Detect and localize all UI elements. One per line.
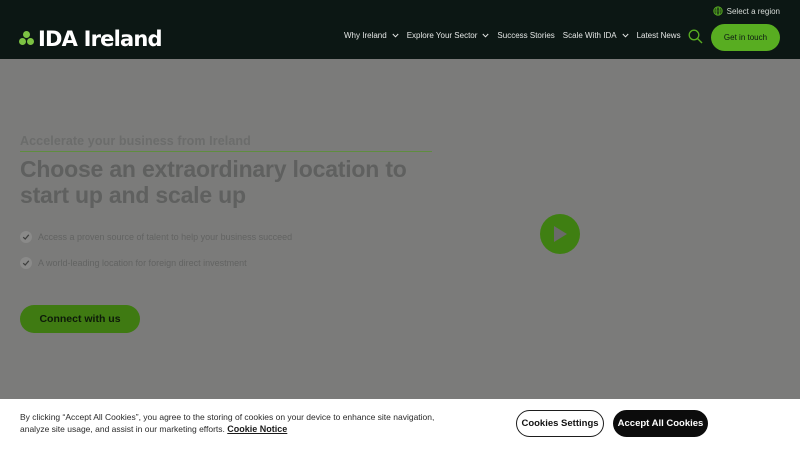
accept-all-cookies-button[interactable]: Accept All Cookies — [613, 410, 708, 437]
ida-logo[interactable]: IDA Ireland — [19, 27, 163, 51]
main-nav: Why Ireland Explore Your Sector Success … — [344, 31, 689, 40]
nav-item-label: Success Stories — [497, 31, 555, 40]
nav-item-success-stories[interactable]: Success Stories — [497, 31, 554, 40]
logo-text: IDA Ireland — [38, 27, 163, 51]
hero-bullet-text: Access a proven source of talent to help… — [38, 232, 293, 242]
cookie-notice-link[interactable]: Cookie Notice — [227, 424, 287, 434]
hero-section — [0, 59, 800, 399]
hero-bullet-text: A world-leading location for foreign dir… — [38, 258, 247, 268]
checkmark-icon — [20, 231, 32, 243]
nav-item-label: Latest News — [636, 31, 681, 40]
hero-divider — [20, 151, 432, 152]
shamrock-logo-icon — [19, 31, 35, 47]
region-label: Select a region — [726, 6, 780, 16]
hero-title: Choose an extraordinary location to star… — [20, 156, 407, 208]
chevron-down-icon — [622, 33, 629, 38]
chevron-down-icon — [482, 33, 489, 38]
globe-icon — [712, 6, 723, 16]
chevron-down-icon — [392, 33, 399, 38]
cookie-banner-text: By clicking “Accept All Cookies”, you ag… — [20, 411, 440, 435]
nav-item-explore-your-sector[interactable]: Explore Your Sector — [407, 31, 490, 40]
connect-with-us-button[interactable]: Connect with us — [20, 305, 140, 333]
nav-item-latest-news[interactable]: Latest News — [637, 31, 681, 40]
play-video-button[interactable] — [540, 214, 580, 254]
hero-bullet: Access a proven source of talent to help… — [20, 231, 292, 243]
get-in-touch-button[interactable]: Get in touch — [711, 24, 780, 51]
hero-bullet: A world-leading location for foreign dir… — [20, 257, 247, 269]
checkmark-icon — [20, 257, 32, 269]
region-selector[interactable]: Select a region — [712, 6, 780, 16]
site-header: IDA Ireland Select a region Why Ireland … — [0, 0, 800, 59]
nav-item-label: Scale With IDA — [562, 31, 617, 40]
nav-item-label: Why Ireland — [344, 31, 387, 40]
play-icon — [554, 226, 567, 242]
search-icon[interactable] — [688, 29, 703, 44]
cookies-settings-button[interactable]: Cookies Settings — [516, 410, 604, 437]
nav-item-label: Explore Your Sector — [406, 31, 478, 40]
nav-item-scale-with-ida[interactable]: Scale With IDA — [563, 31, 629, 40]
nav-item-why-ireland[interactable]: Why Ireland — [344, 31, 399, 40]
hero-kicker: Accelerate your business from Ireland — [20, 134, 251, 148]
